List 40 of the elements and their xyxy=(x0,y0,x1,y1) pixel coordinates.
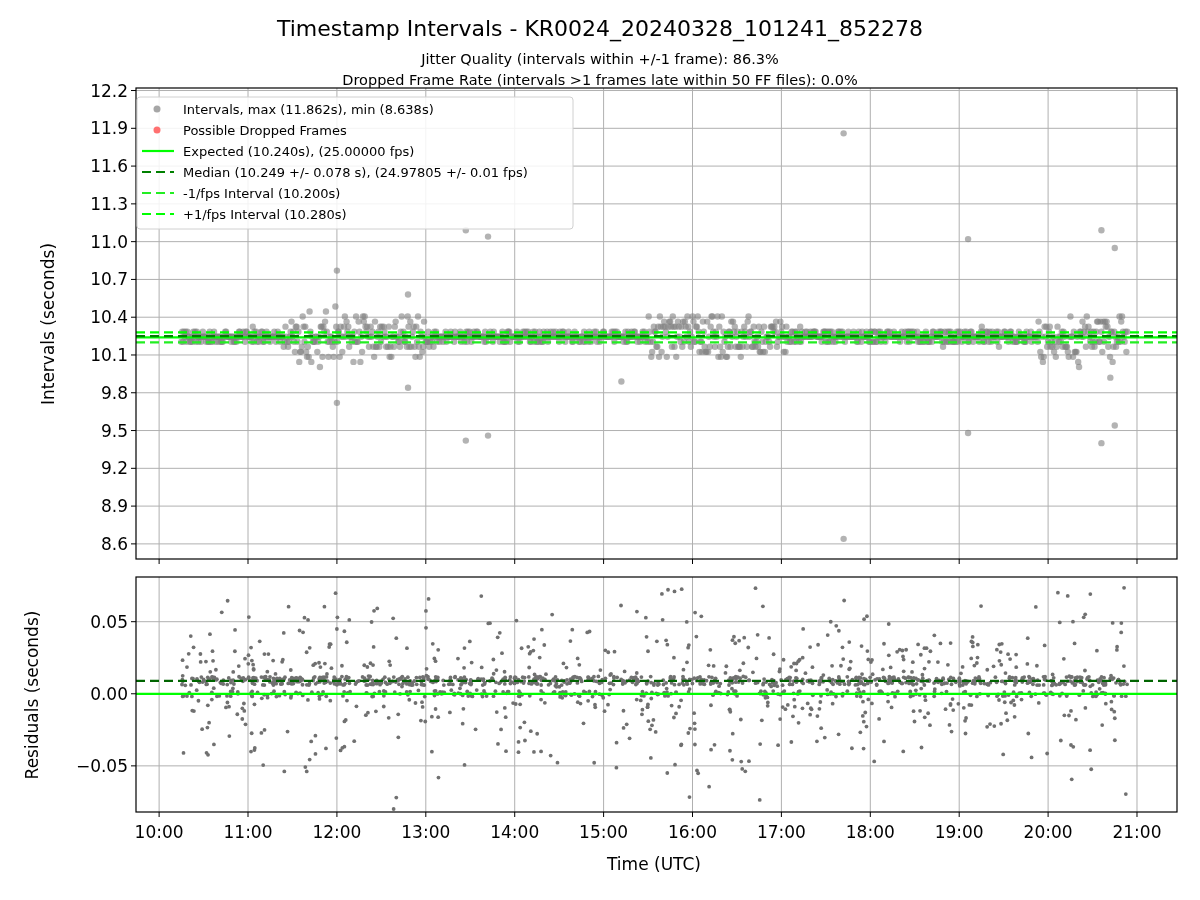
figure-title: Timestamp Intervals - KR0024_20240328_101241_852278 xyxy=(276,16,924,41)
tick-label: 9.8 xyxy=(100,382,128,403)
tick-label: 11:00 xyxy=(223,822,273,842)
tick-label: 18:00 xyxy=(845,822,895,842)
tick-label: 10.7 xyxy=(90,269,128,290)
tick-label: 20:00 xyxy=(1023,822,1073,842)
axis-label: Time (UTC) xyxy=(607,854,701,874)
tick-label: 21:00 xyxy=(1112,822,1162,842)
tick-label: 19:00 xyxy=(934,822,984,842)
legend-label: Possible Dropped Frames xyxy=(183,123,347,138)
tick-label: 9.2 xyxy=(100,458,128,479)
legend-label: -1/fps Interval (10.200s) xyxy=(183,186,341,201)
legend-label: Expected (10.240s), (25.00000 fps) xyxy=(183,144,415,159)
tick-label: 9.5 xyxy=(100,420,128,441)
tick-label: 11.6 xyxy=(90,156,128,177)
tick-label: 8.9 xyxy=(100,496,128,517)
tick-label: 11.0 xyxy=(90,231,128,252)
tick-label: −0.05 xyxy=(75,755,128,776)
figure-subtitle: Jitter Quality (intervals within +/-1 frame): 86.3% xyxy=(421,51,779,67)
tick-label: 8.6 xyxy=(100,533,128,554)
legend-label: Median (10.249 +/- 0.078 s), (24.97805 +/- 0.01 fps) xyxy=(183,165,528,180)
tick-label: 10:00 xyxy=(134,822,184,842)
tick-label: 10.1 xyxy=(90,345,128,365)
tick-label: 15:00 xyxy=(579,822,629,842)
tick-label: 11.9 xyxy=(90,118,128,139)
axis-label: Intervals (seconds) xyxy=(38,242,58,406)
tick-label: 17:00 xyxy=(756,822,806,842)
tick-label: 12:00 xyxy=(312,822,362,842)
tick-label: 16:00 xyxy=(668,822,717,842)
legend-label: Intervals, max (11.862s), min (8.638s) xyxy=(183,102,434,117)
figure-subtitle: Dropped Frame Rate (intervals >1 frames late within 50 FF files): 0.0% xyxy=(342,72,858,88)
tick-label: 10.4 xyxy=(90,307,128,328)
legend-label: +1/fps Interval (10.280s) xyxy=(183,207,347,222)
tick-label: 14:00 xyxy=(490,822,540,842)
axis-label: Residuals (seconds) xyxy=(22,610,42,780)
tick-label: 0.05 xyxy=(90,611,128,632)
tick-label: 11.3 xyxy=(90,193,128,214)
tick-label: 12.2 xyxy=(90,80,128,101)
tick-label: 13:00 xyxy=(401,822,451,842)
tick-label: 0.00 xyxy=(90,683,128,704)
